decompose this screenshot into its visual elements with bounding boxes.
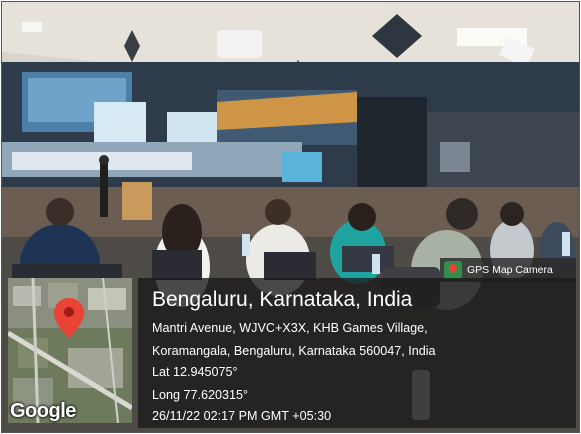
city-title: Bengaluru, Karnataka, India [152,288,413,311]
map-pin-icon [54,298,84,338]
gps-map-camera-icon [444,261,462,279]
datetime-text: 26/11/22 02:17 PM GMT +05:30 [152,409,332,423]
latitude-text: Lat 12.945075° [152,365,238,379]
address-line-1: Mantri Avenue, WJVC+X3X, KHB Games Villa… [152,321,428,335]
address-line-2: Koramangala, Bengaluru, Karnataka 560047… [152,344,436,358]
longitude-text: Long 77.620315° [152,388,249,402]
google-watermark: Google [10,400,76,422]
badge-label: GPS Map Camera [467,264,553,276]
location-info-panel: Bengaluru, Karnataka, India Mantri Avenu… [138,278,576,428]
photo-frame: Google GPS Map Camera Bengaluru, Karnata… [1,1,580,433]
